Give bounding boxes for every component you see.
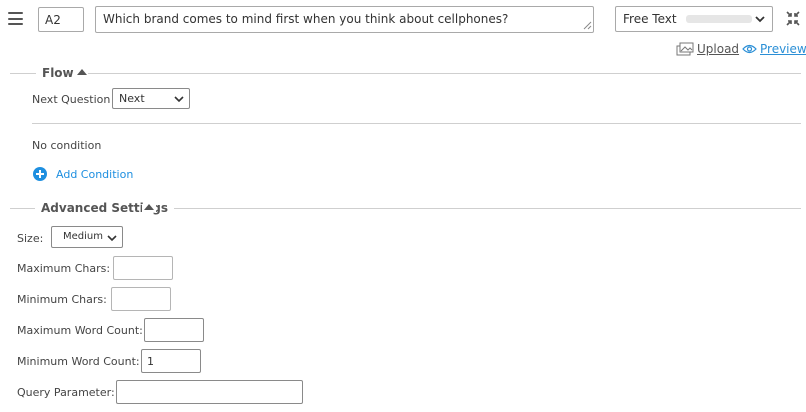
size-value: Medium xyxy=(63,231,103,242)
add-circle-icon[interactable] xyxy=(33,167,47,181)
max-chars-input[interactable] xyxy=(113,256,173,280)
menu-icon[interactable] xyxy=(8,12,23,25)
next-question-select[interactable]: Next xyxy=(112,88,190,109)
max-words-label: Maximum Word Count: xyxy=(17,324,143,337)
max-chars-label: Maximum Chars: xyxy=(17,262,111,275)
query-param-input[interactable] xyxy=(116,380,303,404)
chevron-down-icon xyxy=(107,235,117,242)
condition-status: No condition xyxy=(32,139,102,152)
flow-section-header: Flow xyxy=(36,66,80,80)
add-condition-link[interactable]: Add Condition xyxy=(56,168,133,181)
min-words-label: Minimum Word Count: xyxy=(17,355,140,368)
max-words-input[interactable] xyxy=(144,318,204,342)
question-type-value: Free Text xyxy=(623,12,677,26)
question-type-select[interactable]: Free Text xyxy=(615,6,773,32)
next-question-value: Next xyxy=(119,92,145,105)
condition-divider xyxy=(32,123,801,124)
flow-toggle[interactable] xyxy=(76,69,88,77)
size-label: Size: xyxy=(17,232,44,245)
min-chars-label: Minimum Chars: xyxy=(17,293,107,306)
upload-icon[interactable] xyxy=(676,42,694,56)
caret-up-icon xyxy=(144,204,154,210)
query-param-label: Query Parameter: xyxy=(17,386,115,399)
question-id-input[interactable] xyxy=(38,7,84,32)
chevron-down-icon xyxy=(174,96,184,103)
min-words-input[interactable] xyxy=(141,349,201,373)
collapse-icon[interactable] xyxy=(785,10,801,27)
blurred-text xyxy=(686,15,752,23)
caret-up-icon xyxy=(77,69,87,75)
chevron-down-icon xyxy=(755,16,765,23)
advanced-toggle[interactable] xyxy=(142,204,156,212)
resize-grip-icon[interactable] xyxy=(583,21,592,30)
min-chars-input[interactable] xyxy=(111,287,171,311)
next-question-label: Next Question xyxy=(32,93,111,106)
flow-title: Flow xyxy=(42,66,74,80)
eye-icon[interactable] xyxy=(742,44,757,54)
flow-divider xyxy=(10,73,801,74)
size-select[interactable]: Medium xyxy=(51,226,123,248)
upload-link[interactable]: Upload xyxy=(697,42,739,56)
question-text-input[interactable]: Which brand comes to mind first when you… xyxy=(95,6,594,33)
preview-link[interactable]: Preview xyxy=(760,42,806,56)
